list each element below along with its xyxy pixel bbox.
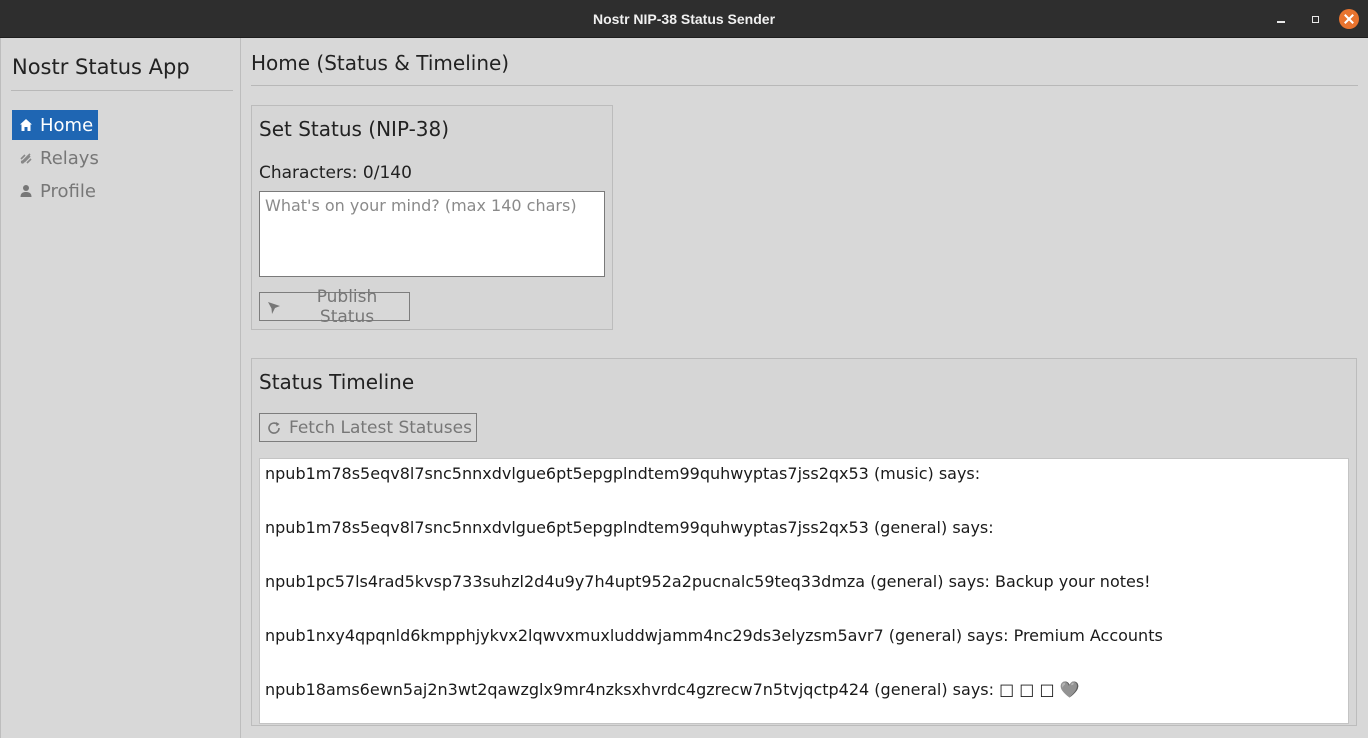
close-button[interactable] [1339, 9, 1359, 29]
minimize-button[interactable] [1271, 9, 1291, 29]
sidebar-item-label: Relays [40, 147, 99, 169]
list-item[interactable]: npub18ams6ewn5aj2n3wt2qawzglx9mr4nzksxhv… [265, 680, 1080, 699]
sidebar-divider [11, 90, 233, 91]
sidebar-item-label: Profile [40, 180, 96, 202]
sidebar-item-relays[interactable]: Relays [12, 143, 104, 173]
window-titlebar: Nostr NIP-38 Status Sender [0, 0, 1368, 38]
main-content: Home (Status & Timeline) Set Status (NIP… [241, 38, 1368, 738]
set-status-panel: Set Status (NIP-38) Characters: 0/140 Pu… [251, 105, 613, 330]
list-item[interactable]: npub1m78s5eqv8l7snc5nnxdvlgue6pt5epgplnd… [265, 518, 994, 537]
sidebar-item-label: Home [40, 114, 94, 136]
page-title-divider [251, 85, 1358, 86]
character-count: Characters: 0/140 [259, 163, 412, 183]
sidebar-item-home[interactable]: Home [12, 110, 99, 140]
publish-status-label: Publish Status [316, 286, 378, 327]
refresh-icon [266, 420, 282, 436]
send-icon [266, 299, 282, 315]
sidebar: Nostr Status App Home Relays Profile [0, 38, 241, 738]
status-timeline-panel: Status Timeline Fetch Latest Statuses np… [251, 358, 1357, 726]
relay-icon [18, 150, 34, 166]
home-icon [18, 117, 34, 133]
timeline-list[interactable]: npub1m78s5eqv8l7snc5nnxdvlgue6pt5epgplnd… [259, 458, 1349, 724]
list-item[interactable]: npub1pc57ls4rad5kvsp733suhzl2d4u9y7h4upt… [265, 572, 1151, 591]
publish-status-button[interactable]: Publish Status [259, 287, 410, 327]
status-input[interactable] [259, 191, 605, 277]
set-status-title: Set Status (NIP-38) [259, 117, 450, 141]
sidebar-item-profile[interactable]: Profile [12, 176, 101, 206]
list-item[interactable]: npub1nxy4qpqnld6kmpphjykvx2lqwvxmuxluddw… [265, 626, 1163, 645]
app-title: Nostr Status App [12, 55, 190, 79]
status-timeline-title: Status Timeline [259, 370, 415, 394]
page-title: Home (Status & Timeline) [251, 51, 510, 75]
list-item[interactable]: npub1m78s5eqv8l7snc5nnxdvlgue6pt5epgplnd… [265, 464, 980, 483]
user-icon [18, 183, 34, 199]
fetch-latest-statuses-button[interactable]: Fetch Latest Statuses [259, 413, 477, 442]
maximize-button[interactable] [1305, 9, 1325, 29]
window-title: Nostr NIP-38 Status Sender [592, 11, 776, 27]
fetch-latest-statuses-label: Fetch Latest Statuses [289, 417, 472, 438]
